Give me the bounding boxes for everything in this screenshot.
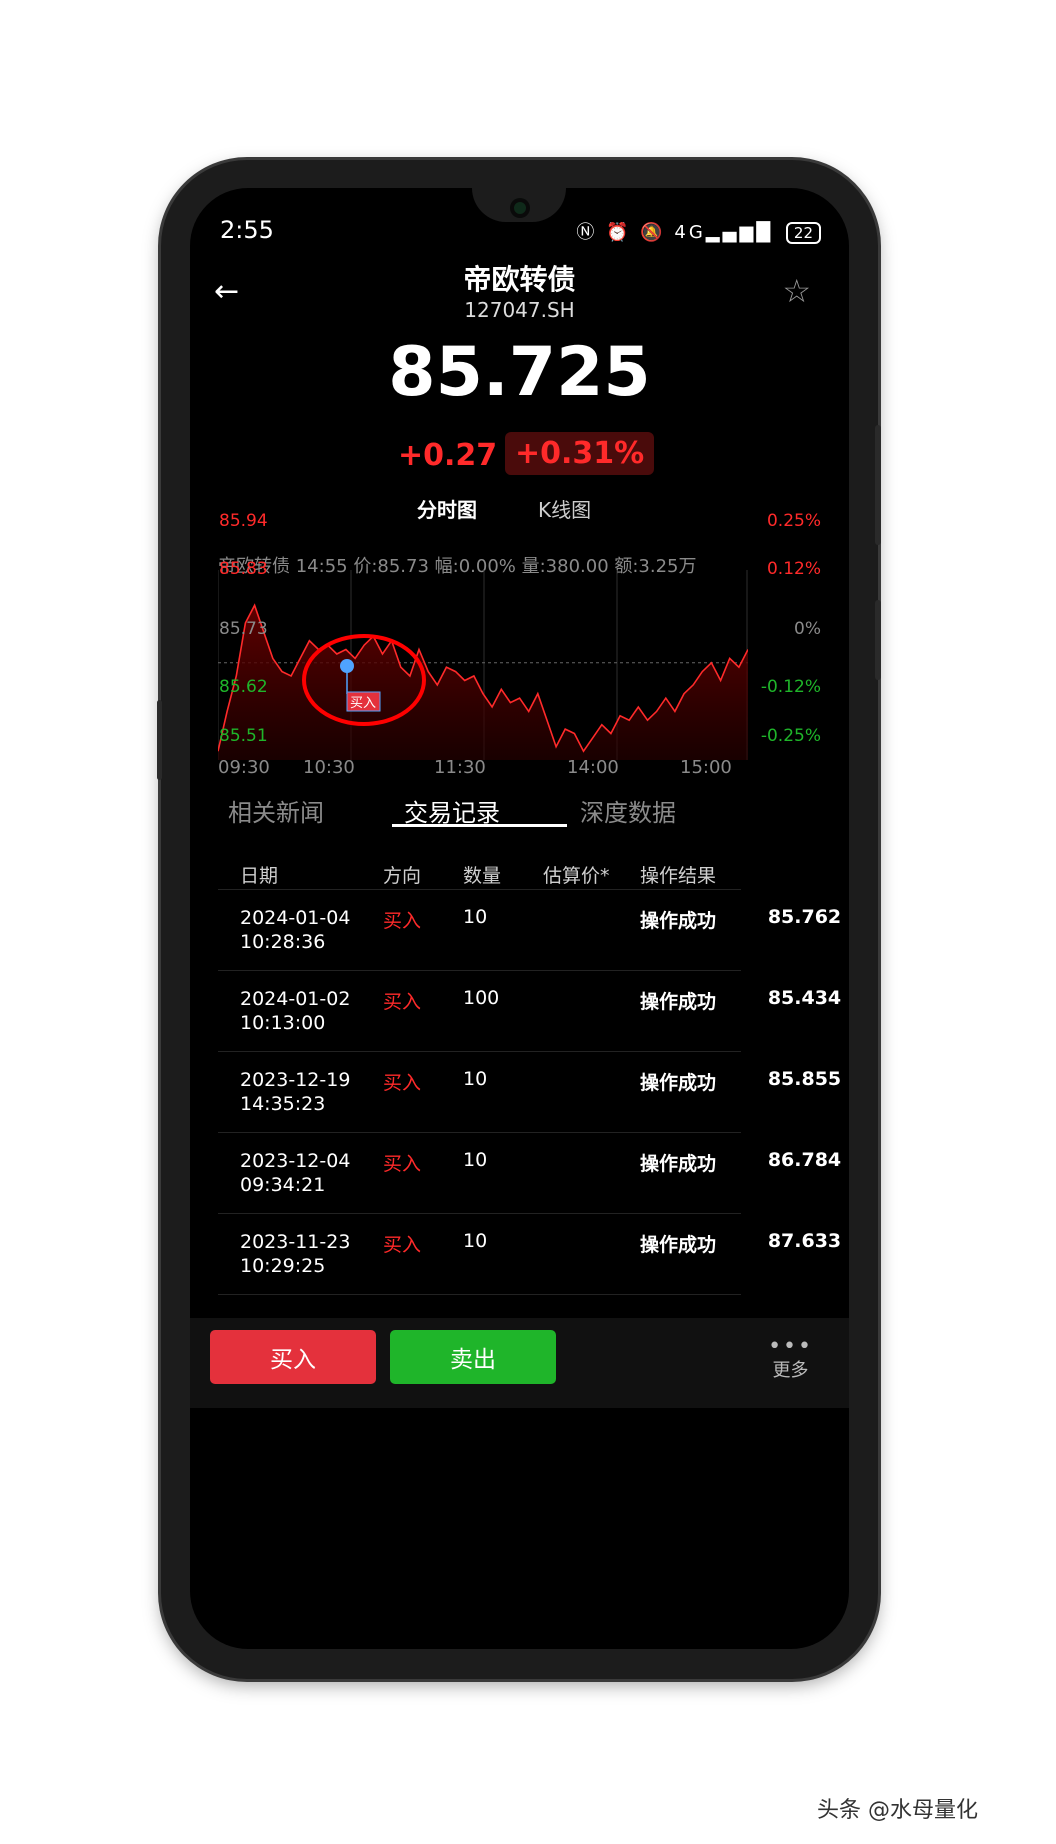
row-datetime: 2023-11-23 10:29:25 [240, 1231, 351, 1277]
tab-trade-records[interactable]: 交易记录 [404, 793, 500, 828]
row-quantity: 10 [463, 1068, 488, 1090]
row-direction: 买入 [383, 1153, 422, 1175]
x-tick-2: 11:30 [434, 757, 486, 778]
favorite-star-icon[interactable]: ☆ [782, 272, 811, 310]
y-tick-right-0: 0.25% [766, 511, 821, 531]
status-time: 2:55 [220, 216, 274, 244]
y-tick-left-3: 85.62 [219, 677, 268, 697]
col-header-quantity: 数量 [463, 865, 502, 887]
intraday-chart[interactable]: 买入 [218, 570, 748, 760]
row-datetime: 2023-12-19 14:35:23 [240, 1069, 351, 1115]
buy-button[interactable]: 买入 [210, 1330, 376, 1384]
row-quantity: 10 [463, 906, 488, 928]
row-result: 操作成功 [640, 1234, 717, 1256]
row-result: 操作成功 [640, 991, 717, 1013]
page-title: 帝欧转债 [463, 263, 576, 296]
x-tick-1: 10:30 [303, 757, 355, 778]
row-direction: 买入 [383, 1234, 422, 1256]
row-datetime: 2024-01-04 10:28:36 [240, 907, 351, 953]
more-label: 更多 [772, 1360, 809, 1381]
table-row[interactable]: 2023-12-04 09:34:21 买入 10 86.784 操作成功 [218, 1132, 841, 1213]
y-tick-left-4: 85.51 [219, 726, 268, 746]
row-quantity: 100 [463, 987, 500, 1009]
watermark: 头条 @水母量化 [817, 1798, 978, 1823]
current-price: 85.725 [388, 333, 651, 412]
row-direction: 买入 [383, 910, 422, 932]
x-tick-0: 09:30 [218, 757, 270, 778]
power-button [875, 600, 881, 680]
table-row[interactable]: 2023-12-19 14:35:23 买入 10 85.855 操作成功 [218, 1051, 841, 1132]
row-datetime: 2023-12-04 09:34:21 [240, 1150, 351, 1196]
row-result: 操作成功 [640, 1153, 717, 1175]
col-header-est-price: 估算价* [543, 865, 610, 887]
y-tick-left-1: 85.83 [219, 559, 268, 579]
y-tick-right-3: -0.12% [760, 677, 821, 697]
row-quantity: 10 [463, 1230, 488, 1252]
nfc-icon: Ⓝ [576, 222, 598, 243]
y-tick-right-2: 0% [794, 619, 821, 639]
price-change-pct: +0.31% [505, 432, 655, 475]
phone-screen: 2:55 Ⓝ ⏰ 🔕 4G▂▄▆█ 22 ← 帝欧转债 127047.SH ☆ … [190, 188, 849, 1649]
table-row[interactable]: 2024-01-04 10:28:36 买入 10 85.762 操作成功 [218, 889, 841, 970]
table-row[interactable]: 2024-01-02 10:13:00 买入 100 85.434 操作成功 [218, 970, 841, 1051]
price-area [218, 605, 748, 760]
sell-button[interactable]: 卖出 [390, 1330, 556, 1384]
buy-marker-label: 买入 [350, 696, 376, 711]
more-dots-icon: ••• [768, 1334, 813, 1359]
tab-related-news[interactable]: 相关新闻 [228, 793, 324, 828]
col-header-date: 日期 [240, 865, 279, 887]
row-datetime: 2024-01-02 10:13:00 [240, 988, 351, 1034]
active-tab-indicator [392, 824, 567, 827]
tab-depth-data[interactable]: 深度数据 [580, 793, 676, 828]
price-change: +0.27 [398, 438, 498, 473]
buy-marker-dot [340, 659, 354, 673]
side-button [157, 700, 162, 780]
y-tick-left-2: 85.73 [219, 619, 268, 639]
security-code: 127047.SH [464, 298, 575, 322]
y-tick-right-1: 0.12% [766, 559, 821, 579]
front-camera [510, 198, 530, 218]
more-button[interactable]: ••• 更多 [768, 1334, 813, 1382]
x-tick-3: 14:00 [567, 757, 619, 778]
status-icons: Ⓝ ⏰ 🔕 4G▂▄▆█ 22 [576, 218, 821, 244]
tab-timeshare[interactable]: 分时图 [417, 494, 477, 523]
x-tick-4: 15:00 [680, 757, 732, 778]
volume-button [875, 425, 881, 545]
col-header-result: 操作结果 [640, 865, 717, 887]
tab-kline[interactable]: K线图 [538, 494, 591, 523]
table-row[interactable]: 2023-11-23 10:29:25 买入 10 87.633 操作成功 [218, 1213, 841, 1294]
sub-tab-bar: 相关新闻 交易记录 深度数据 [190, 793, 849, 835]
row-quantity: 10 [463, 1149, 488, 1171]
row-result: 操作成功 [640, 1072, 717, 1094]
mute-icon: 🔕 [640, 222, 666, 243]
alarm-icon: ⏰ [606, 222, 632, 243]
row-direction: 买入 [383, 1072, 422, 1094]
battery-icon: 22 [785, 222, 821, 244]
signal-icon: 4G▂▄▆█ [674, 222, 774, 243]
row-direction: 买入 [383, 991, 422, 1013]
y-tick-right-4: -0.25% [760, 726, 821, 746]
col-header-direction: 方向 [383, 865, 422, 887]
table-row-partial [218, 1294, 741, 1319]
row-result: 操作成功 [640, 910, 717, 932]
y-tick-left-0: 85.94 [219, 511, 268, 531]
